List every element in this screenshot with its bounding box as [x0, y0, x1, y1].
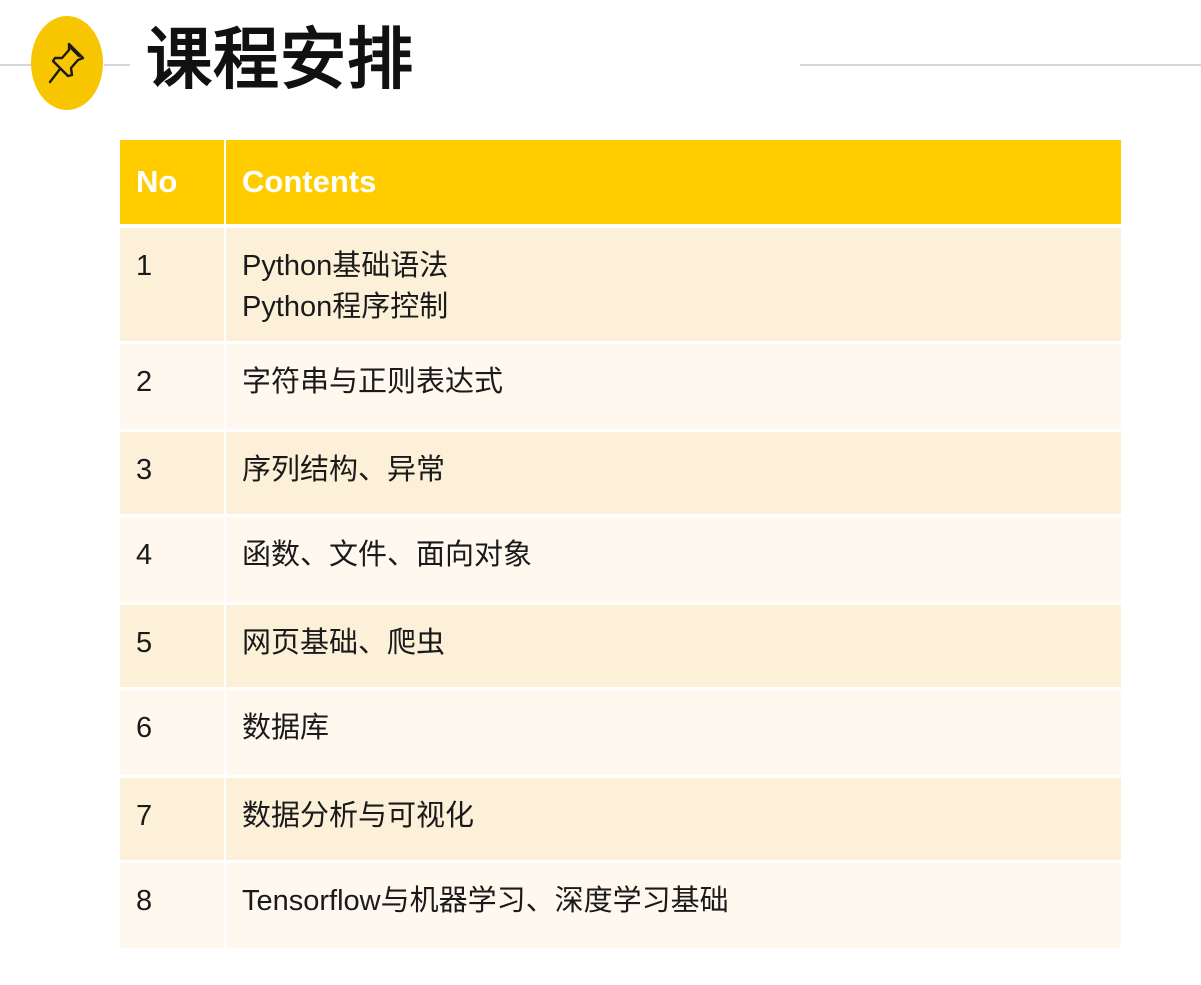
content-line: Python基础语法 [242, 250, 449, 282]
row-contents: 网页基础、爬虫 [226, 605, 1121, 690]
row-number: 4 [120, 517, 226, 605]
row-contents: Tensorflow与机器学习、深度学习基础 [226, 863, 1121, 951]
table-row: 3 序列结构、异常 [120, 432, 1121, 517]
row-number: 5 [120, 605, 226, 690]
pushpin-icon [48, 42, 85, 84]
table-row: 7 数据分析与可视化 [120, 778, 1121, 863]
header-no: No [120, 140, 226, 228]
content-line: 数据分析与可视化 [242, 800, 475, 832]
content-line: Tensorflow与机器学习、深度学习基础 [242, 885, 729, 917]
row-number: 7 [120, 778, 226, 863]
row-contents: 字符串与正则表达式 [226, 344, 1121, 432]
row-number: 2 [120, 344, 226, 432]
row-contents: 函数、文件、面向对象 [226, 517, 1121, 605]
table-row: 4 函数、文件、面向对象 [120, 517, 1121, 605]
header-contents: Contents [226, 140, 1121, 228]
row-contents: 数据库 [226, 690, 1121, 778]
row-contents: 数据分析与可视化 [226, 778, 1121, 863]
table-row: 8 Tensorflow与机器学习、深度学习基础 [120, 863, 1121, 951]
row-number: 8 [120, 863, 226, 951]
table-row: 6 数据库 [120, 690, 1121, 778]
slide: 课程安排 No Contents 1 Python基础语法 Python程序控制… [0, 0, 1201, 985]
row-number: 3 [120, 432, 226, 517]
content-line: Python程序控制 [242, 291, 449, 323]
table-row: 1 Python基础语法 Python程序控制 [120, 228, 1121, 344]
content-line: 字符串与正则表达式 [242, 366, 504, 398]
row-number: 1 [120, 228, 226, 344]
table-row: 5 网页基础、爬虫 [120, 605, 1121, 690]
pin-badge [31, 16, 103, 110]
table-header-row: No Contents [120, 140, 1121, 228]
header-rule-middle [104, 64, 130, 66]
row-contents: Python基础语法 Python程序控制 [226, 228, 1121, 344]
header-rule-right [800, 64, 1201, 66]
content-line: 函数、文件、面向对象 [242, 539, 533, 571]
course-schedule-table: No Contents 1 Python基础语法 Python程序控制 2 字符… [120, 140, 1121, 951]
row-number: 6 [120, 690, 226, 778]
page-title: 课程安排 [146, 20, 414, 99]
table-row: 2 字符串与正则表达式 [120, 344, 1121, 432]
content-line: 网页基础、爬虫 [242, 627, 446, 659]
content-line: 数据库 [242, 712, 330, 744]
content-line: 序列结构、异常 [242, 454, 446, 486]
row-contents: 序列结构、异常 [226, 432, 1121, 517]
